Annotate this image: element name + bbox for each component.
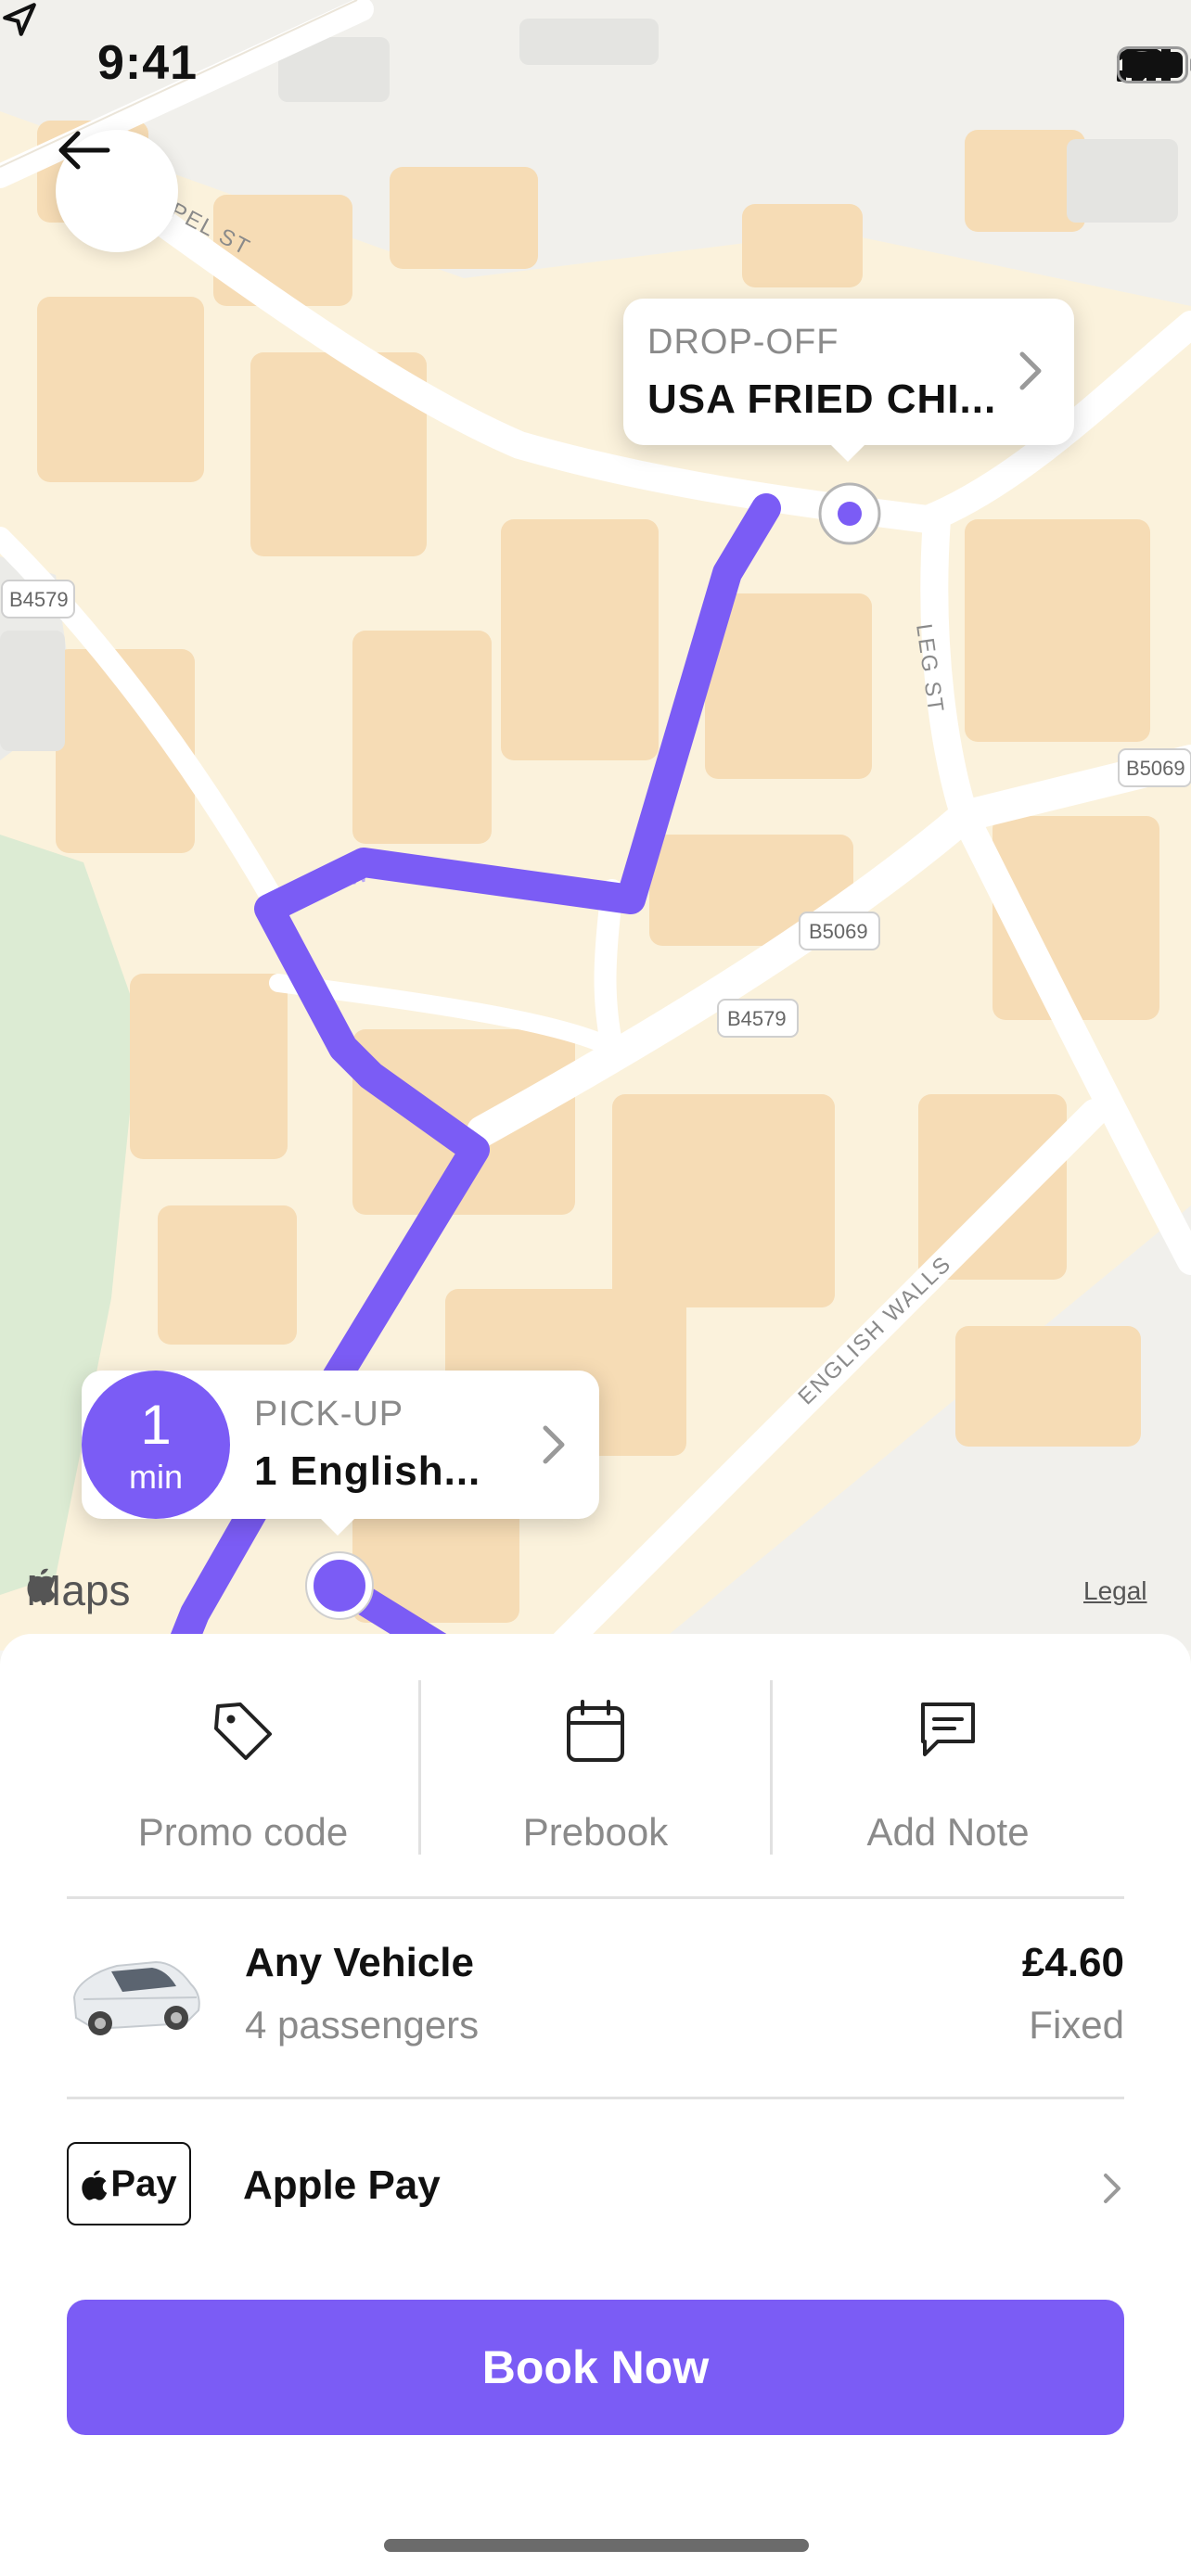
prebook-button[interactable]: Prebook [419,1680,772,1856]
vehicle-passengers: 4 passengers [245,2003,480,2047]
vehicle-name: Any Vehicle [245,1940,475,1985]
promo-code-label: Promo code [137,1810,349,1854]
chevron-right-icon [1104,2174,1121,2203]
apple-pay-badge-text: Pay [110,2162,177,2204]
tag-icon [214,1702,272,1760]
dropoff-pin [818,482,881,545]
battery-icon [1117,46,1191,83]
eta-badge: 1 min [82,1371,230,1519]
book-now-button[interactable]: Book Now [67,2300,1124,2435]
maps-attribution: Maps [26,1565,130,1615]
booking-sheet: Promo code Prebook Add Note Any Vehicle … [0,1634,1191,2576]
pickup-pin [305,1551,374,1620]
arrow-left-icon [58,131,110,170]
divider [418,1680,421,1855]
apple-pay-badge: Pay [67,2142,191,2225]
pickup-label: PICK-UP [254,1395,404,1434]
add-note-label: Add Note [866,1810,1030,1854]
divider [67,1896,1124,1899]
dropoff-callout[interactable]: DROP-OFF USA FRIED CHI... [623,299,1074,462]
road-badge: B4579 [9,588,69,611]
car-image [72,1960,200,2035]
chevron-right-icon [543,1425,565,1464]
chevron-right-icon [1019,351,1042,390]
calendar-icon [567,1700,624,1762]
back-button[interactable] [56,130,178,252]
road-badge: B5069 [1126,757,1185,780]
action-row: Promo code Prebook Add Note [67,1680,1124,1856]
map-view[interactable]: B4579 B5069 B5069 B4579 PEL ST LEG ST NE… [0,0,1191,1651]
dropoff-label: DROP-OFF [647,323,839,362]
road-badge: B4579 [727,1007,787,1030]
legal-link[interactable]: Legal [1083,1576,1147,1606]
apple-logo-icon [82,2170,108,2200]
divider [67,2097,1124,2099]
price-type: Fixed [1029,2003,1124,2047]
add-note-button[interactable]: Add Note [772,1680,1124,1856]
pickup-address: 1 English... [254,1448,481,1494]
eta-value: 1 [140,1394,172,1456]
prebook-label: Prebook [522,1810,669,1854]
divider [770,1680,773,1855]
promo-code-button[interactable]: Promo code [67,1680,419,1856]
road-badge: B5069 [809,920,868,943]
apple-logo-icon [27,1568,56,1602]
status-time: 9:41 [97,36,198,90]
location-arrow-icon [3,3,36,36]
home-indicator [384,2539,809,2552]
message-icon [921,1702,975,1756]
payment-method-label: Apple Pay [243,2162,441,2208]
eta-unit: min [128,1458,183,1496]
pickup-callout[interactable]: 1 min PICK-UP 1 English... [82,1371,599,1536]
dropoff-address: USA FRIED CHI... [647,376,997,422]
vehicle-price: £4.60 [1021,1940,1124,1985]
